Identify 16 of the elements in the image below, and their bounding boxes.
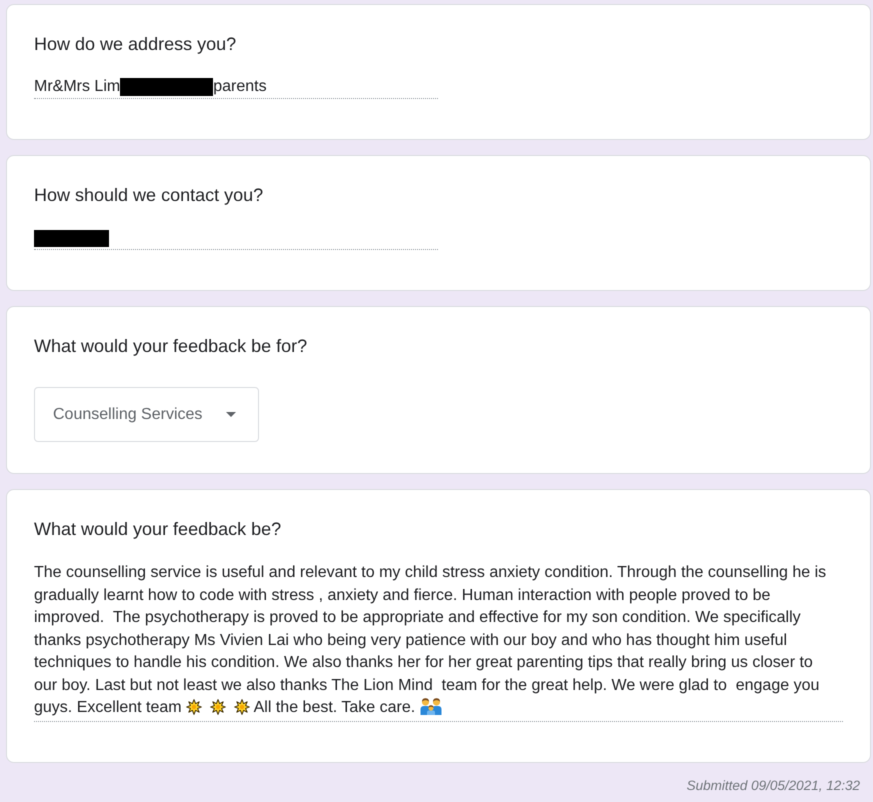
starburst-icon bbox=[210, 699, 226, 715]
question-title: What would your feedback be? bbox=[34, 518, 282, 541]
family-icon bbox=[420, 697, 442, 715]
question-title: How should we contact you? bbox=[34, 184, 264, 207]
answer-field[interactable] bbox=[34, 227, 438, 250]
question-title: What would your feedback be for? bbox=[34, 335, 308, 358]
answer-field[interactable]: Mr&Mrs Lim parents bbox=[34, 76, 438, 99]
caret-icon bbox=[226, 412, 236, 417]
starburst-icon bbox=[234, 699, 250, 715]
answer-text: Mr&Mrs Lim bbox=[34, 77, 120, 97]
submitted-timestamp: Submitted 09/05/2021, 12:32 bbox=[686, 776, 860, 794]
answer-text: parents bbox=[213, 77, 267, 97]
starburst-icon bbox=[186, 699, 202, 715]
dropdown-select[interactable]: Counselling Services bbox=[34, 387, 259, 442]
question-title: How do we address you? bbox=[34, 33, 238, 56]
answer-field[interactable]: The counselling service is useful and relevant to my child stress anxiety condition. Through the counselling he is gradually learnt how to code with stress , anxiety and fierce. Human interaction with people proved to be improved. The psychotherapy is proved to be appropriate and effective for my son condition. We specifically thanks psychotherapy Ms Vivien Lai who being very patience with our boy and who has thought him useful techniques to handle his condition. We also thanks her for her great parenting tips that really bring us closer to our boy. Last but not least we also thanks The Lion Mind team for the great help. We were glad to engage you guys. Excellent team All the best. Take care. bbox=[34, 562, 843, 722]
